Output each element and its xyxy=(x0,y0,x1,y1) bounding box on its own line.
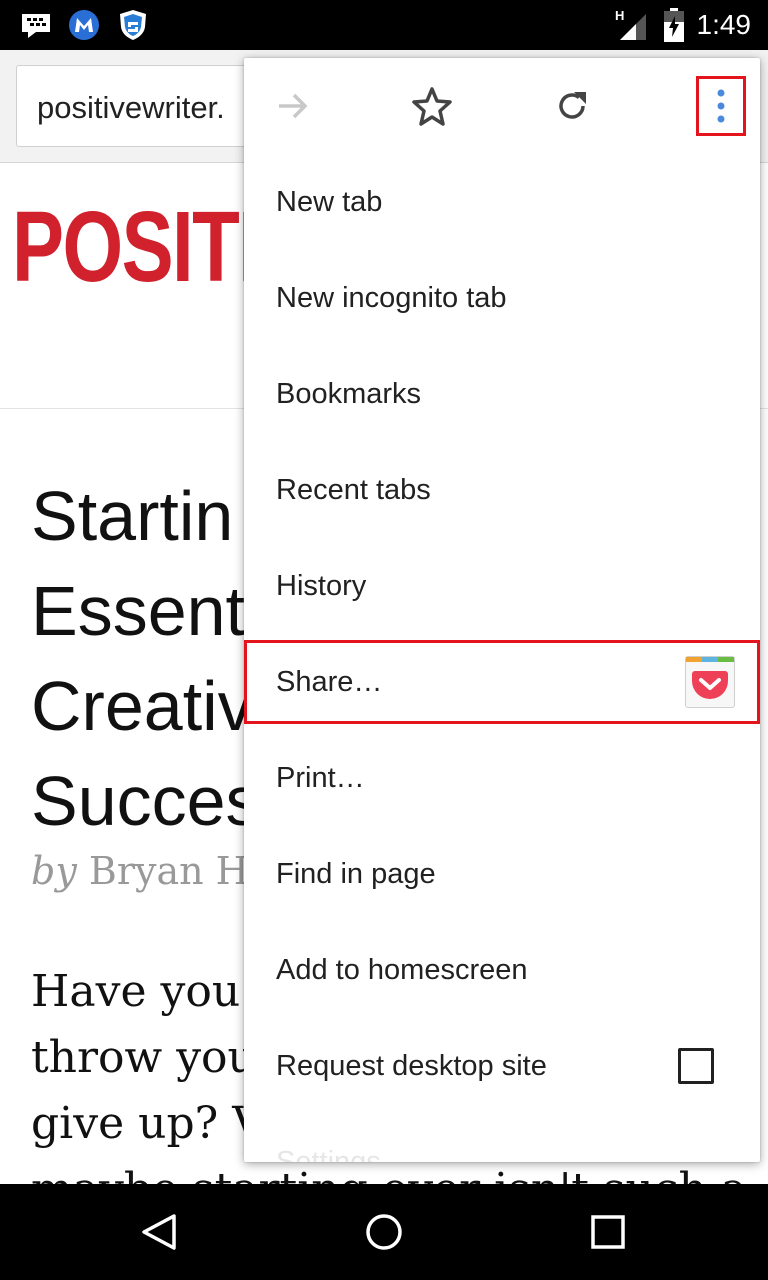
menu-item-share-row: Share… xyxy=(244,634,760,730)
menu-item-label: New incognito tab xyxy=(276,281,507,314)
menu-item-request-desktop-site[interactable]: Request desktop site xyxy=(244,1018,760,1114)
star-icon[interactable] xyxy=(408,82,456,130)
menu-item-bookmarks[interactable]: Bookmarks xyxy=(244,346,760,442)
menu-item-print[interactable]: Print… xyxy=(244,730,760,826)
malwarebytes-icon xyxy=(66,8,102,47)
back-icon[interactable] xyxy=(136,1208,184,1256)
menu-item-label: Share… xyxy=(276,665,383,698)
menu-item-label: Settings xyxy=(276,1145,381,1163)
menu-item-label: New tab xyxy=(276,185,383,218)
menu-item-label: History xyxy=(276,569,367,602)
clock: 1:49 xyxy=(696,9,752,40)
signal-icon xyxy=(618,12,648,47)
menu-item-new-incognito-tab[interactable]: New incognito tab xyxy=(244,250,760,346)
request-desktop-checkbox[interactable] xyxy=(678,1048,714,1084)
menu-item-new-tab[interactable]: New tab xyxy=(244,154,760,250)
menu-item-label: Add to homescreen xyxy=(276,953,528,986)
forward-icon[interactable] xyxy=(269,82,317,130)
more-vert-icon[interactable] xyxy=(696,76,746,136)
recents-icon[interactable] xyxy=(584,1208,632,1256)
menu-icon-row xyxy=(244,58,760,154)
menu-item-history[interactable]: History xyxy=(244,538,760,634)
site-logo[interactable]: POSITI xyxy=(12,190,260,305)
home-icon[interactable] xyxy=(360,1208,408,1256)
menu-item-label: Recent tabs xyxy=(276,473,431,506)
reload-icon[interactable] xyxy=(548,82,596,130)
navigation-bar xyxy=(0,1184,768,1280)
status-bar: H 1:49 xyxy=(0,0,768,50)
pocket-icon[interactable] xyxy=(685,656,735,708)
menu-item-settings[interactable]: Settings xyxy=(244,1114,760,1163)
menu-item-recent-tabs[interactable]: Recent tabs xyxy=(244,442,760,538)
byline-prefix: by xyxy=(31,849,77,893)
blackberry-messenger-icon xyxy=(20,12,52,45)
article-byline: by Bryan Hu xyxy=(31,849,273,893)
menu-item-add-to-homescreen[interactable]: Add to homescreen xyxy=(244,922,760,1018)
overflow-menu: New tab New incognito tab Bookmarks Rece… xyxy=(244,58,760,1162)
menu-item-label: Find in page xyxy=(276,857,436,890)
battery-icon xyxy=(664,8,684,47)
menu-item-label: Bookmarks xyxy=(276,377,422,410)
shield-icon xyxy=(118,8,148,47)
menu-item-find-in-page[interactable]: Find in page xyxy=(244,826,760,922)
url-text: positivewriter. xyxy=(37,90,225,125)
menu-item-label: Request desktop site xyxy=(276,1049,547,1082)
menu-item-label: Print… xyxy=(276,761,365,794)
menu-item-share[interactable]: Share… xyxy=(244,640,760,724)
